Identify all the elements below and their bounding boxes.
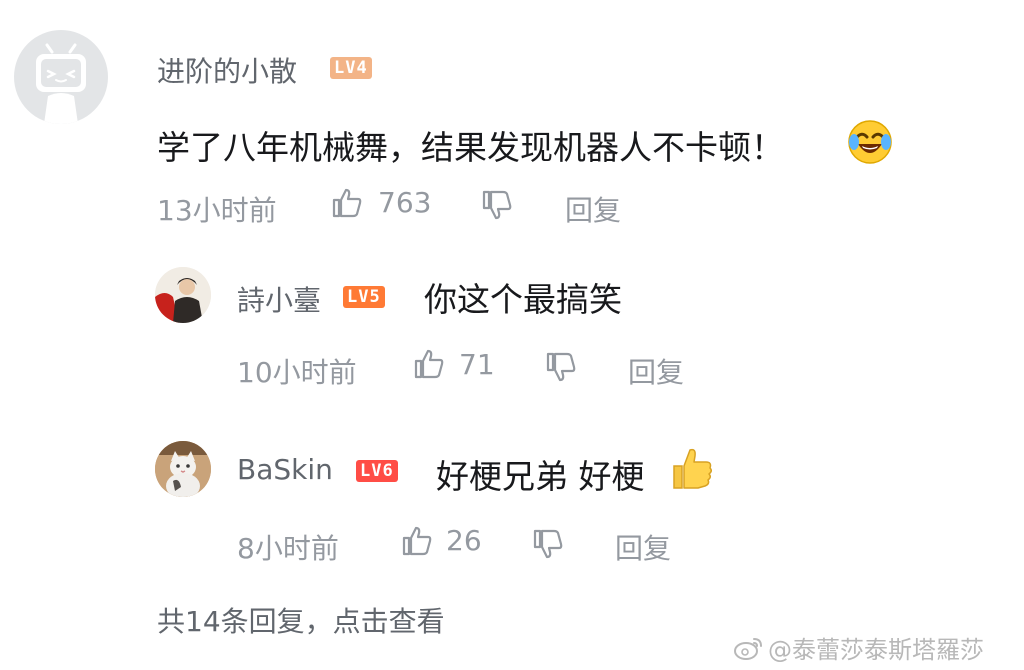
reply-text: 好梗兄弟 好梗 bbox=[436, 457, 645, 496]
comment-username[interactable]: 进阶的小散 bbox=[157, 50, 297, 90]
like-icon[interactable] bbox=[400, 524, 434, 558]
reply-text: 你这个最搞笑 bbox=[424, 280, 622, 319]
reply-username[interactable]: BaSkin bbox=[237, 453, 333, 486]
like-count: 26 bbox=[446, 524, 482, 557]
level-badge: LV6 bbox=[356, 460, 398, 482]
like-count: 71 bbox=[459, 348, 495, 381]
watermark-text: @泰蕾莎泰斯塔羅莎 bbox=[768, 636, 984, 664]
laughing-crying-emoji-icon bbox=[846, 118, 894, 166]
dislike-icon[interactable] bbox=[544, 350, 578, 384]
like-count: 763 bbox=[378, 186, 432, 219]
tv-mascot-icon bbox=[36, 43, 86, 124]
watermark: @泰蕾莎泰斯塔羅莎 bbox=[734, 630, 984, 665]
view-all-replies-link[interactable]: 共14条回复，点击查看 bbox=[157, 600, 445, 640]
level-badge: LV4 bbox=[330, 57, 372, 79]
comment-time: 13小时前 bbox=[157, 194, 277, 227]
reply-button[interactable]: 回复 bbox=[565, 189, 621, 229]
cat-photo-icon bbox=[155, 441, 211, 497]
like-icon[interactable] bbox=[330, 186, 364, 220]
reply-button[interactable]: 回复 bbox=[615, 527, 671, 567]
avatar[interactable] bbox=[155, 267, 211, 323]
dislike-icon[interactable] bbox=[531, 527, 565, 561]
like-icon[interactable] bbox=[412, 347, 446, 381]
reply-username[interactable]: 詩小臺 bbox=[237, 279, 321, 319]
reply-time: 8小时前 bbox=[237, 532, 339, 565]
level-badge: LV5 bbox=[343, 286, 385, 308]
avatar[interactable] bbox=[14, 30, 108, 124]
reply-time: 10小时前 bbox=[237, 356, 357, 389]
reply-button[interactable]: 回复 bbox=[628, 351, 684, 391]
comment-text: 学了八年机械舞，结果发现机器人不卡顿！ bbox=[157, 128, 784, 167]
dislike-icon[interactable] bbox=[480, 188, 514, 222]
user-photo-icon bbox=[155, 267, 211, 323]
weibo-logo-icon bbox=[734, 637, 762, 660]
thumbs-up-emoji-icon bbox=[668, 444, 714, 492]
avatar[interactable] bbox=[155, 441, 211, 497]
